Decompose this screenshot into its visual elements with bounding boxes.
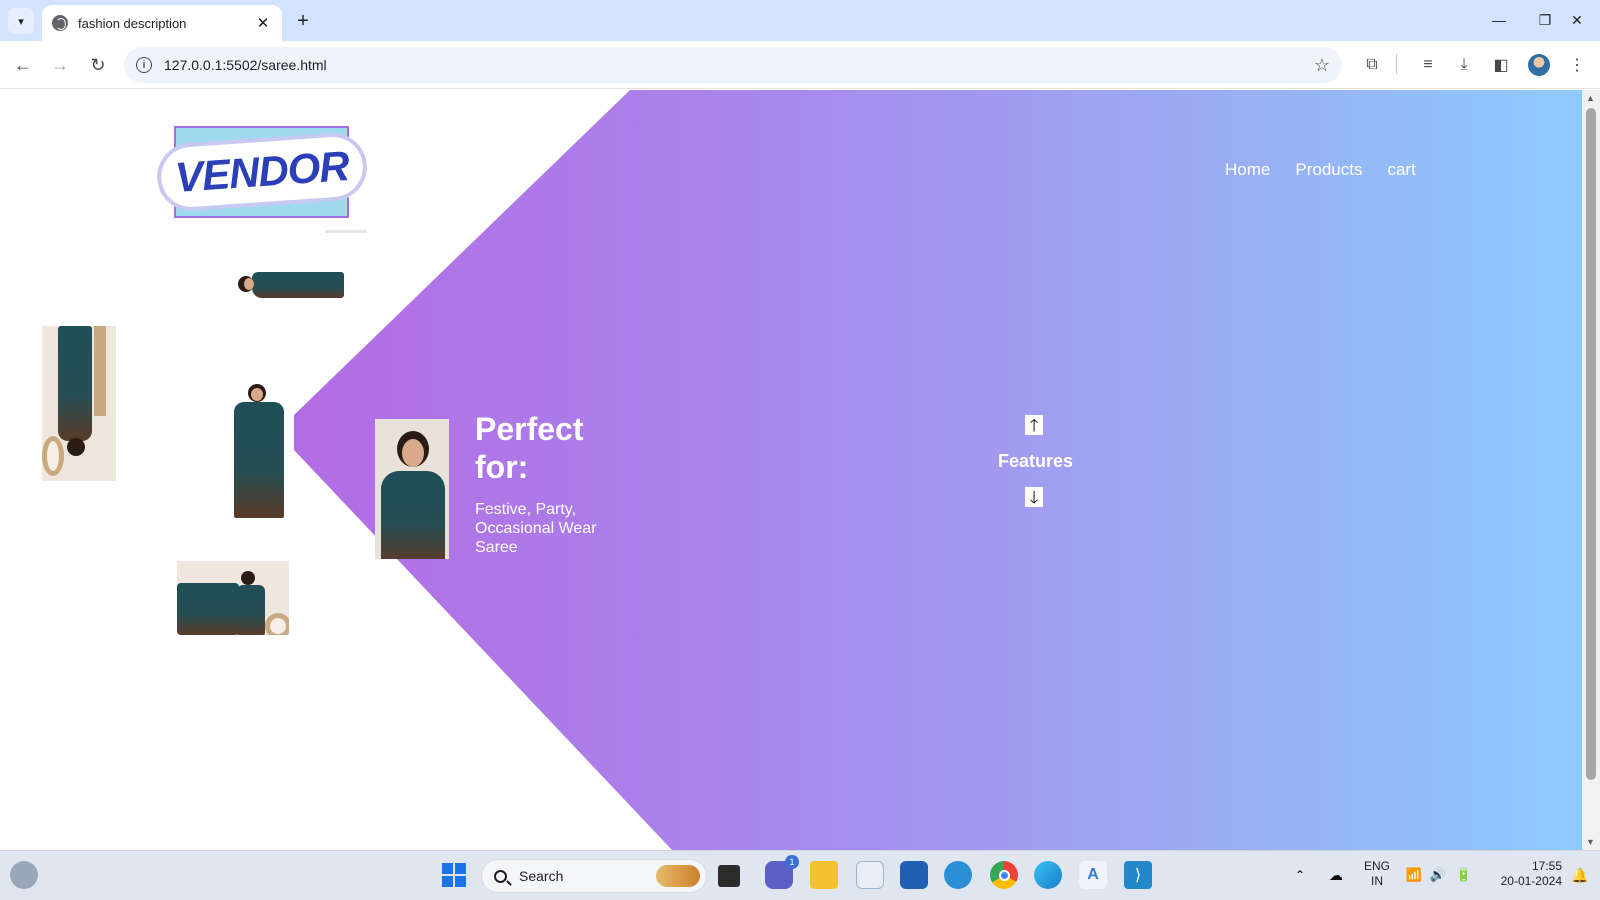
- bookmark-star-icon[interactable]: ☆: [1314, 55, 1330, 76]
- tab-search-button[interactable]: ▾: [8, 8, 34, 34]
- saree-thumbnail-rotated[interactable]: [238, 264, 344, 306]
- windows-taskbar: Search 1 A ⟩ ⌃ ☁ ENG IN 📶 🔊 🔋 17:55 20-0…: [0, 850, 1600, 900]
- saree-thumbnail-upside-down[interactable]: [42, 326, 116, 481]
- file-explorer-icon[interactable]: [810, 861, 838, 889]
- tab-strip: ▾ fashion description ✕ + — ❐ ✕: [0, 0, 1600, 41]
- hero-subtitle: Festive, Party, Occasional Wear Saree: [475, 501, 597, 556]
- store-icon[interactable]: [900, 861, 928, 889]
- battery-icon[interactable]: 🔋: [1450, 861, 1478, 889]
- site-info-icon[interactable]: i: [136, 57, 152, 73]
- scroll-up-icon[interactable]: ▲: [1586, 93, 1595, 103]
- address-bar[interactable]: i 127.0.0.1:5502/saree.html ☆: [124, 47, 1342, 83]
- saree-thumbnail-standing[interactable]: [228, 384, 290, 518]
- tab-title: fashion description: [78, 15, 187, 31]
- side-panel-icon[interactable]: ◧: [1489, 53, 1513, 77]
- active-tab[interactable]: fashion description ✕: [42, 5, 282, 41]
- task-view-icon[interactable]: [718, 865, 740, 887]
- appstore-icon[interactable]: A: [1079, 861, 1107, 889]
- globe-icon: [52, 15, 68, 31]
- logo-text: VENDOR: [158, 135, 365, 209]
- scroll-thumb[interactable]: [1586, 108, 1596, 780]
- notepad-icon[interactable]: [856, 861, 884, 889]
- vendor-logo[interactable]: VENDOR: [158, 126, 365, 218]
- arrow-up-icon[interactable]: 🡑: [1025, 415, 1043, 435]
- region-code: IN: [1371, 874, 1383, 888]
- extensions-icon[interactable]: ⧉: [1360, 53, 1384, 77]
- page-scrollbar[interactable]: ▲ ▼: [1582, 90, 1600, 850]
- hero-title: Perfect for:: [475, 411, 584, 485]
- taskbar-search[interactable]: Search: [481, 859, 707, 893]
- volume-icon[interactable]: 🔊: [1424, 861, 1452, 889]
- onedrive-icon[interactable]: ☁: [1322, 861, 1350, 889]
- forward-icon[interactable]: →: [48, 53, 72, 77]
- chevron-down-icon: ▾: [18, 15, 24, 28]
- back-icon[interactable]: ←: [11, 53, 35, 77]
- minimize-icon[interactable]: —: [1476, 6, 1522, 34]
- chrome-icon[interactable]: [990, 861, 1018, 889]
- edge-icon[interactable]: [1034, 861, 1062, 889]
- profile-avatar[interactable]: [1528, 54, 1550, 76]
- features-label: Features: [998, 451, 1074, 471]
- widgets-icon[interactable]: [10, 861, 38, 889]
- ie-icon[interactable]: [944, 861, 972, 889]
- clock[interactable]: 17:55 20-01-2024: [1486, 859, 1562, 889]
- language-code: ENG: [1363, 859, 1390, 873]
- vscode-icon[interactable]: ⟩: [1124, 861, 1152, 889]
- menu-kebab-icon[interactable]: ⋮: [1565, 53, 1589, 77]
- search-label: Search: [519, 868, 564, 884]
- nav-cart-link[interactable]: cart: [1387, 160, 1415, 180]
- tray-overflow-icon[interactable]: ⌃: [1286, 861, 1314, 889]
- browser-toolbar: ← → ↻ i 127.0.0.1:5502/saree.html ☆ ⧉ ≡ …: [0, 41, 1600, 89]
- main-nav: Home Products cart: [1225, 160, 1416, 180]
- scroll-down-icon[interactable]: ▼: [1586, 837, 1595, 847]
- page-viewport: VENDOR Home Products cart Perfect for: F…: [0, 90, 1582, 850]
- divider-line: [325, 230, 367, 233]
- start-icon[interactable]: [440, 861, 468, 889]
- clock-date: 20-01-2024: [1500, 874, 1562, 888]
- teams-icon[interactable]: 1: [765, 855, 799, 889]
- notification-bell-icon[interactable]: 🔔: [1566, 861, 1594, 889]
- nav-home-link[interactable]: Home: [1225, 160, 1270, 180]
- teams-badge: 1: [785, 855, 799, 869]
- language-indicator[interactable]: ENG IN: [1362, 859, 1392, 889]
- url-text[interactable]: 127.0.0.1:5502/saree.html: [164, 57, 1314, 73]
- hero-model-image: [375, 419, 449, 559]
- search-icon: [494, 869, 507, 883]
- arrow-down-icon[interactable]: 🡓: [1025, 487, 1043, 507]
- reload-icon[interactable]: ↻: [86, 53, 110, 77]
- toolbar-divider: [1396, 54, 1397, 74]
- search-highlight-icon: [656, 865, 700, 887]
- new-tab-button[interactable]: +: [290, 8, 316, 34]
- download-icon[interactable]: ⤓: [1452, 53, 1476, 77]
- nav-products-link[interactable]: Products: [1295, 160, 1362, 180]
- clock-time: 17:55: [1531, 859, 1562, 873]
- saree-thumbnail-wide[interactable]: [177, 561, 289, 635]
- media-control-icon[interactable]: ≡: [1416, 53, 1440, 77]
- close-tab-icon[interactable]: ✕: [254, 14, 272, 32]
- close-window-icon[interactable]: ✕: [1554, 6, 1600, 34]
